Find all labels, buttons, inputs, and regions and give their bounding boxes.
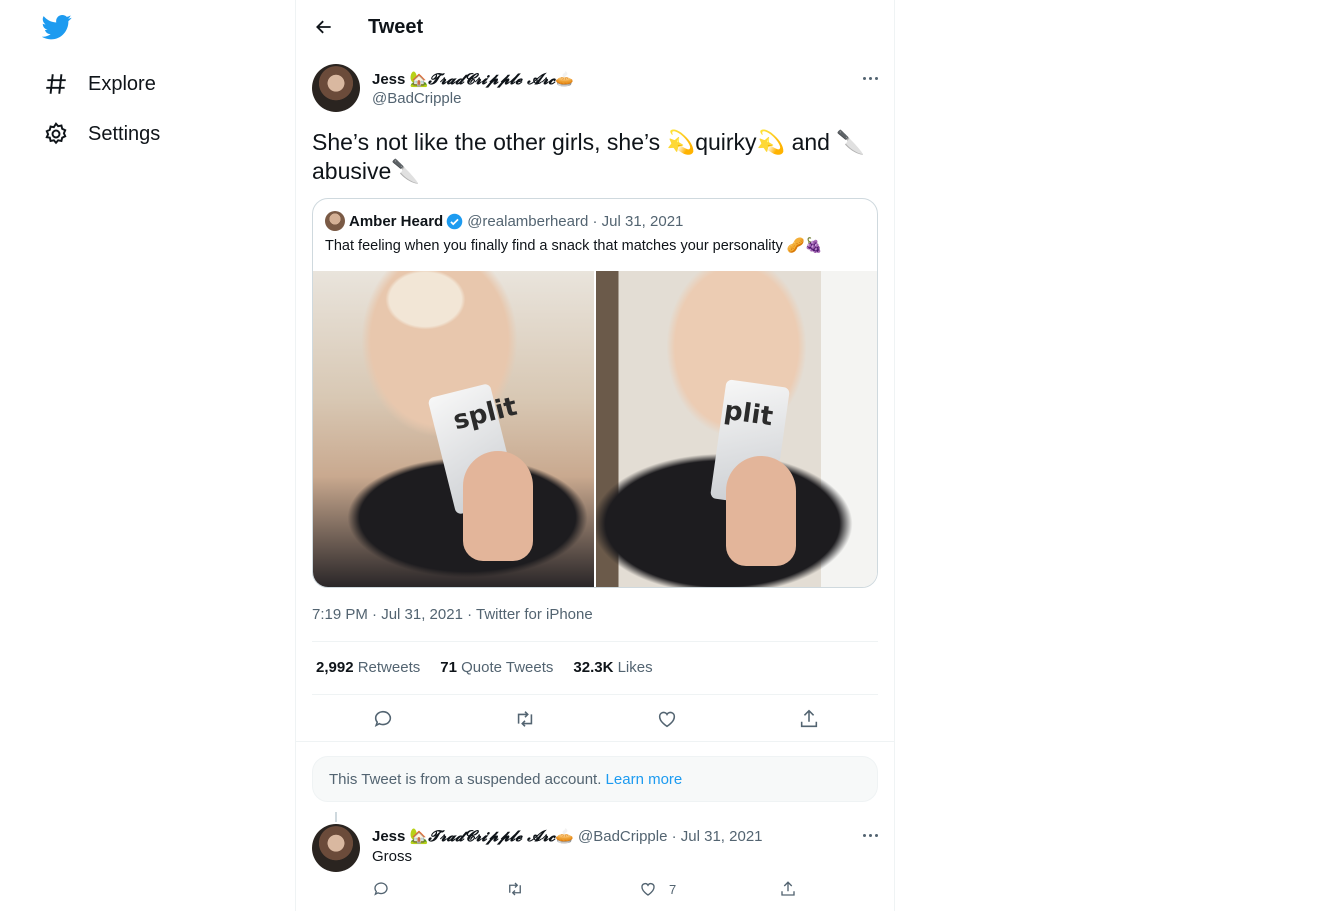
back-arrow-icon[interactable] (310, 13, 338, 41)
like-count: 7 (669, 881, 677, 897)
author-handle[interactable]: @BadCripple (372, 90, 461, 107)
retweet-icon[interactable] (506, 877, 524, 901)
share-icon[interactable] (794, 704, 824, 734)
hand (726, 456, 796, 566)
reply-text: Gross (372, 848, 413, 865)
nav-explore[interactable]: Explore (40, 62, 156, 106)
left-nav: Explore Settings (0, 0, 295, 911)
nav-explore-label: Explore (88, 72, 156, 95)
avatar[interactable] (312, 824, 360, 872)
avatar[interactable] (312, 64, 360, 112)
suspended-notice: This Tweet is from a suspended account. … (312, 756, 878, 802)
nav-settings[interactable]: Settings (40, 112, 160, 156)
divider (312, 694, 878, 695)
quoted-author-name: Amber Heard (349, 212, 444, 230)
quoted-handle-date: @realamberheard · Jul 31, 2021 (467, 212, 684, 230)
quoted-tweet-header: Amber Heard @realamberheard · Jul 31, 20… (325, 211, 683, 231)
learn-more-link[interactable]: Learn more (606, 771, 683, 788)
reply-icon[interactable] (372, 877, 390, 901)
quoted-avatar (325, 211, 345, 231)
like-icon[interactable] (652, 704, 682, 734)
likes-stat[interactable]: 32.3K Likes (573, 659, 652, 676)
gear-icon (40, 118, 72, 150)
tweet-timestamp[interactable]: 7:19 PM · Jul 31, 2021 · Twitter for iPh… (312, 606, 593, 623)
quoted-tweet[interactable]: Amber Heard @realamberheard · Jul 31, 20… (312, 198, 878, 588)
quoted-photo-1[interactable]: split (313, 271, 594, 587)
reply-header: Jess 🏡𝓣𝓻𝓪𝓭𝓒𝓻𝓲𝓹𝓹𝓵𝓮 𝓐𝓻𝓬🥧 @BadCripple · Jul… (372, 827, 763, 845)
like-button[interactable]: 7 (639, 877, 676, 901)
tweet-column: Tweet Jess 🏡𝓣𝓻𝓪𝓭𝓒𝓻𝓲𝓹𝓹𝓵𝓮 𝓐𝓻𝓬🥧 @BadCripple… (295, 0, 895, 911)
quoted-tweet-text: That feeling when you finally find a sna… (325, 238, 823, 254)
more-options-icon[interactable] (858, 68, 882, 88)
twitter-bird-icon[interactable] (41, 12, 74, 44)
tweet-text: She’s not like the other girls, she’s 💫q… (312, 128, 878, 186)
quote-tweets-stat[interactable]: 71 Quote Tweets (440, 659, 553, 676)
hashtag-icon (40, 68, 72, 100)
divider (296, 741, 894, 742)
tweet-text-line: abusive🔪 (312, 158, 420, 184)
reply-handle-date[interactable]: @BadCripple · Jul 31, 2021 (578, 828, 763, 845)
hand (463, 451, 533, 561)
divider (312, 641, 878, 642)
page-header: Tweet (296, 0, 894, 56)
suspended-notice-text: This Tweet is from a suspended account. (329, 771, 602, 788)
tweet-text-line: She’s not like the other girls, she’s 💫q… (312, 129, 865, 155)
quoted-photo-2[interactable]: plit (596, 271, 877, 587)
reply-author-name[interactable]: Jess (372, 828, 405, 845)
thread-line (335, 812, 337, 822)
tweet-stats: 2,992 Retweets 71 Quote Tweets 32.3K Lik… (316, 659, 673, 676)
verified-badge-icon (446, 213, 463, 229)
tweet-actions (312, 704, 878, 734)
share-icon[interactable] (779, 877, 797, 901)
page-title: Tweet (368, 16, 424, 38)
retweets-stat[interactable]: 2,992 Retweets (316, 659, 420, 676)
reply-icon[interactable] (368, 704, 398, 734)
more-options-icon[interactable] (858, 825, 882, 845)
like-icon (641, 883, 655, 896)
author-name[interactable]: Jess 🏡𝓣𝓻𝓪𝓭𝓒𝓻𝓲𝓹𝓹𝓵𝓮 𝓐𝓻𝓬🥧 (372, 70, 574, 88)
retweet-icon[interactable] (510, 704, 540, 734)
quoted-media: split plit (313, 271, 877, 587)
nav-settings-label: Settings (88, 122, 161, 145)
